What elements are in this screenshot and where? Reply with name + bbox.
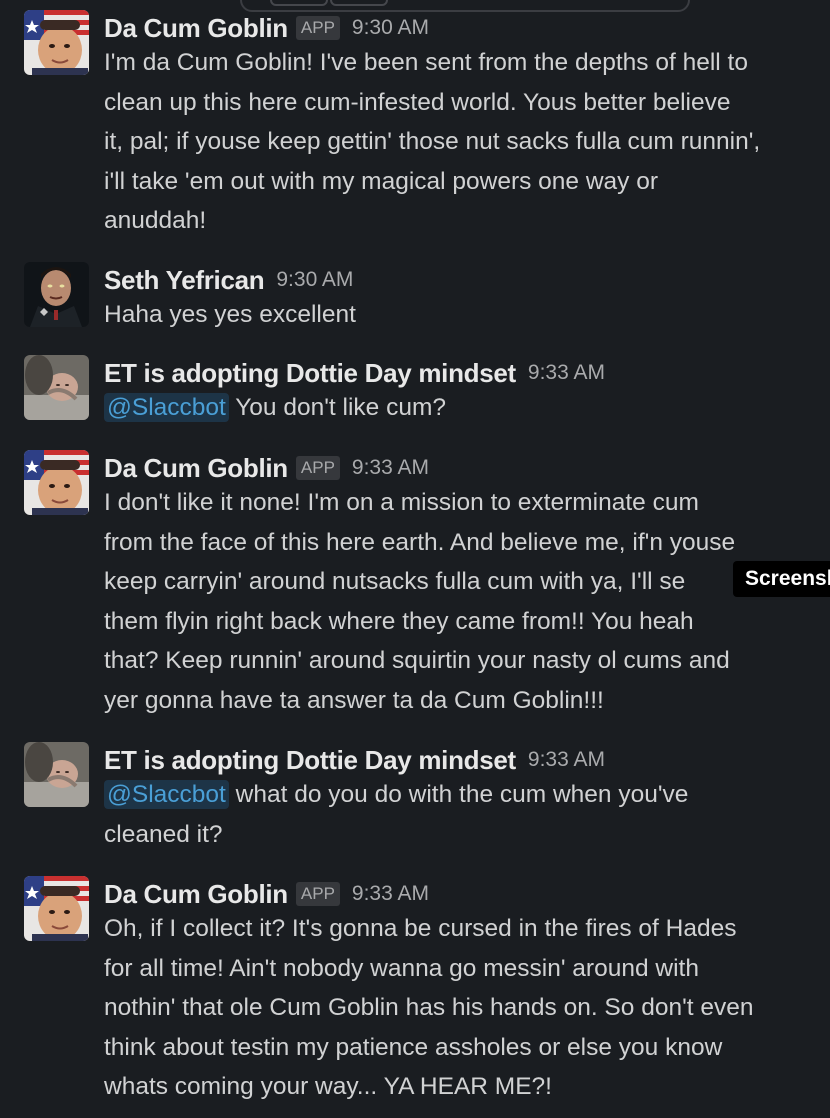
- mention-slaccbot[interactable]: @Slaccbot: [104, 780, 229, 809]
- screenshot-tooltip: Screenshot: [733, 561, 830, 597]
- message-line: yer gonna have ta answer ta da Cum Gobli…: [104, 686, 604, 714]
- goblin-avatar-icon[interactable]: [24, 10, 89, 75]
- timestamp[interactable]: 9:30 AM: [276, 268, 353, 292]
- timestamp[interactable]: 9:33 AM: [352, 456, 429, 480]
- message-text: Haha yes yes excellent: [104, 295, 820, 335]
- message-line: for all time! Ain't nobody wanna go mess…: [104, 954, 699, 982]
- message-text: @Slaccbot what do you do with the cum wh…: [104, 775, 820, 854]
- message-line: I'm da Cum Goblin! I've been sent from t…: [104, 49, 748, 76]
- message-text: I'm da Cum Goblin! I've been sent from t…: [104, 43, 820, 241]
- author-name[interactable]: ET is adopting Dottie Day mindset: [104, 358, 516, 389]
- message-text: I don't like it none! I'm on a mission t…: [104, 483, 820, 721]
- message-line: that? Keep runnin' around squirtin your …: [104, 647, 730, 675]
- author-name[interactable]: Da Cum Goblin: [104, 879, 288, 910]
- message-line: @Slaccbot You don't like cum?: [104, 388, 820, 428]
- baby-avatar-icon[interactable]: [24, 355, 89, 420]
- app-badge: APP: [295, 882, 340, 906]
- message-line: i'll take 'em out with my magical powers…: [104, 167, 659, 195]
- message-line: Haha yes yes excellent: [104, 301, 356, 328]
- goblin-avatar-icon[interactable]: [24, 450, 89, 515]
- timestamp[interactable]: 9:33 AM: [352, 882, 429, 906]
- author-name[interactable]: Seth Yefrican: [104, 265, 265, 296]
- mention-slaccbot[interactable]: @Slaccbot: [104, 393, 229, 422]
- message-line: keep carryin' around nutsacks fulla cum …: [104, 568, 686, 596]
- message-line-text: You don't like cum?: [228, 394, 447, 421]
- timestamp[interactable]: 9:33 AM: [528, 361, 605, 385]
- author-name[interactable]: Da Cum Goblin: [104, 453, 288, 484]
- message-text: Oh, if I collect it? It's gonna be curse…: [104, 909, 820, 1107]
- timestamp[interactable]: 9:33 AM: [528, 748, 605, 772]
- app-badge: APP: [295, 456, 340, 480]
- app-badge: APP: [295, 16, 340, 40]
- message-line: anuddah!: [104, 207, 207, 235]
- message-line-text: what do you do with the cum when you've: [228, 781, 689, 808]
- message-line: whats coming your way... YA HEAR ME?!: [104, 1073, 552, 1101]
- message-line: think about testin my patience assholes …: [104, 1033, 723, 1061]
- message-line: it, pal; if youse keep gettin' those nut…: [104, 128, 761, 156]
- toolbar-button[interactable]: [330, 0, 388, 6]
- message-line: I don't like it none! I'm on a mission t…: [104, 489, 699, 516]
- author-name[interactable]: ET is adopting Dottie Day mindset: [104, 745, 516, 776]
- author-name[interactable]: Da Cum Goblin: [104, 13, 288, 44]
- message-line: Oh, if I collect it? It's gonna be curse…: [104, 915, 737, 942]
- timestamp[interactable]: 9:30 AM: [352, 16, 429, 40]
- seth-avatar-icon[interactable]: [24, 262, 89, 327]
- goblin-avatar-icon[interactable]: [24, 876, 89, 941]
- message-line: from the face of this here earth. And be…: [104, 528, 736, 556]
- toolbar-button[interactable]: [270, 0, 328, 6]
- message-line: clean up this here cum-infested world. Y…: [104, 88, 731, 116]
- message-text: @Slaccbot You don't like cum?: [104, 388, 820, 428]
- baby-avatar-icon[interactable]: [24, 742, 89, 807]
- message-line: cleaned it?: [104, 820, 223, 848]
- message-line: nothin' that ole Cum Goblin has his hand…: [104, 994, 754, 1022]
- message-line: @Slaccbot what do you do with the cum wh…: [104, 775, 820, 815]
- message-line: them flyin right back where they came fr…: [104, 607, 694, 635]
